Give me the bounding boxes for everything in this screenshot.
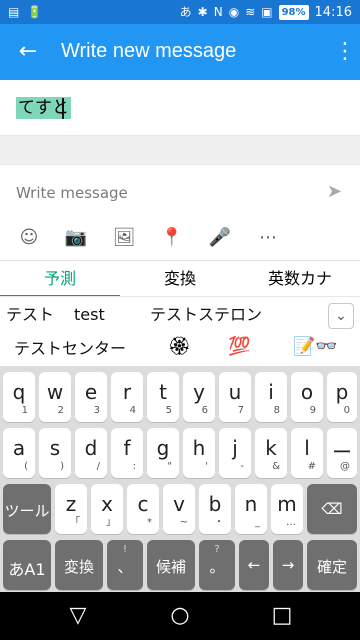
- key-candidates[interactable]: 候補: [147, 540, 195, 590]
- send-icon[interactable]: ➤: [327, 181, 342, 202]
- separator-gap: [0, 136, 360, 164]
- ime-status-icon: あ: [179, 5, 192, 19]
- key-v[interactable]: v ~: [163, 484, 195, 534]
- signal-icon: ▣: [261, 5, 273, 19]
- notification-icon: ▤: [8, 5, 20, 19]
- bluetooth-icon: ✱: [197, 5, 208, 19]
- key-comma[interactable]: 、!: [107, 540, 143, 590]
- nfc-icon: N: [213, 5, 223, 19]
- image-icon[interactable]: 🖼: [111, 225, 137, 251]
- key-confirm[interactable]: 確定: [307, 540, 357, 590]
- key-n[interactable]: n _: [235, 484, 267, 534]
- key-period[interactable]: 。?: [199, 540, 235, 590]
- key-a[interactable]: a(: [3, 428, 35, 478]
- key-w[interactable]: w2: [39, 372, 71, 422]
- key-j[interactable]: j-: [219, 428, 251, 478]
- back-arrow-icon[interactable]: ←: [14, 38, 42, 66]
- clock: 14:16: [314, 4, 352, 20]
- mic-icon[interactable]: 🎤: [207, 225, 233, 251]
- key-backspace[interactable]: ⌫: [307, 484, 357, 534]
- key-m[interactable]: m…: [271, 484, 303, 534]
- key-k[interactable]: k &: [255, 428, 287, 478]
- ime-tab-prediction[interactable]: 予測: [0, 261, 120, 297]
- key-e[interactable]: e3: [75, 372, 107, 422]
- wifi-icon: ≋: [245, 5, 256, 19]
- key-c[interactable]: c *: [127, 484, 159, 534]
- ime-tab-alnum-kana[interactable]: 英数カナ: [240, 261, 360, 297]
- key-x[interactable]: x」: [91, 484, 123, 534]
- flower-icon[interactable]: 🏵: [168, 337, 191, 357]
- key-y[interactable]: y6: [183, 372, 215, 422]
- nav-back-icon[interactable]: ▽: [58, 600, 98, 632]
- key-input-mode[interactable]: あA1: [3, 540, 51, 590]
- system-nav-bar: ▽ ○ □: [0, 592, 360, 640]
- app-bar: ← Write new message ⋮: [0, 24, 360, 80]
- left-arrow-icon: ←: [247, 556, 261, 574]
- key-h[interactable]: h ': [183, 428, 215, 478]
- memo-and-glasses-icon[interactable]: 📝👓: [293, 337, 338, 357]
- camera-icon[interactable]: 📷: [63, 225, 89, 251]
- vibrate-icon: ◉: [228, 5, 240, 19]
- key-d[interactable]: d /: [75, 428, 107, 478]
- expand-candidates-button[interactable]: ⌄: [328, 303, 354, 329]
- candidate-list: テスト test テストステロン ⌄ テストセンター 🏵 💯 📝👓: [0, 296, 360, 366]
- message-input[interactable]: Write message: [16, 184, 128, 202]
- key-left-arrow[interactable]: ←: [239, 540, 269, 590]
- nav-home-icon[interactable]: ○: [160, 600, 200, 632]
- key-right-arrow[interactable]: →: [273, 540, 303, 590]
- more-options-icon[interactable]: ⋯: [255, 225, 281, 251]
- page-title: Write new message: [61, 40, 237, 62]
- key-b[interactable]: b ・: [199, 484, 231, 534]
- key-q[interactable]: q1: [3, 372, 35, 422]
- sticker-icon[interactable]: ☺: [16, 225, 42, 251]
- key-s[interactable]: s): [39, 428, 71, 478]
- keyboard: q1 w2 e3 r4 t5 y6 u7 i8 o9 p0 a( s) d / f…: [0, 366, 360, 592]
- key-f[interactable]: f:: [111, 428, 143, 478]
- key-o[interactable]: o9: [291, 372, 323, 422]
- candidate-word[interactable]: test: [74, 305, 105, 325]
- text-caret: [62, 98, 64, 119]
- recipient-input-area[interactable]: てすと: [0, 80, 360, 136]
- nav-recents-icon[interactable]: □: [262, 600, 302, 632]
- candidate-word[interactable]: テストステロン: [150, 305, 262, 325]
- key-z[interactable]: z 「: [55, 484, 87, 534]
- chevron-down-icon: ⌄: [335, 308, 347, 324]
- ime-mode-bar: 予測 変換 英数カナ: [0, 260, 360, 297]
- key-t[interactable]: t5: [147, 372, 179, 422]
- candidate-word[interactable]: テストセンター: [14, 339, 126, 359]
- status-bar: ▤ 🔋 あ ✱ N ◉ ≋ ▣ 98% 14:16: [0, 0, 360, 24]
- status-right: あ ✱ N ◉ ≋ ▣ 98% 14:16: [180, 4, 352, 20]
- right-arrow-icon: →: [281, 556, 295, 574]
- compose-toolbar: ☺ 📷 🖼 📍 🎤 ⋯: [0, 225, 360, 255]
- compose-area: Write message ➤ ☺ 📷 🖼 📍 🎤 ⋯: [0, 164, 360, 260]
- key-long-vowel[interactable]: ー @: [327, 428, 357, 478]
- battery-indicator: 98%: [278, 4, 309, 20]
- key-r[interactable]: r4: [111, 372, 143, 422]
- key-i[interactable]: i8: [255, 372, 287, 422]
- key-g[interactable]: g ": [147, 428, 179, 478]
- key-p[interactable]: p0: [327, 372, 357, 422]
- location-icon[interactable]: 📍: [159, 225, 185, 251]
- backspace-icon: ⌫: [321, 500, 343, 518]
- overflow-menu-icon[interactable]: ⋮: [334, 38, 356, 66]
- hundred-points-icon[interactable]: 💯: [228, 337, 250, 357]
- status-left: ▤ 🔋: [8, 4, 42, 20]
- key-convert[interactable]: 変換: [55, 540, 103, 590]
- key-u[interactable]: u7: [219, 372, 251, 422]
- battery-saver-icon: 🔋: [27, 5, 43, 19]
- key-l[interactable]: l #: [291, 428, 323, 478]
- candidate-word[interactable]: テスト: [6, 305, 54, 325]
- ime-tab-conversion[interactable]: 変換: [120, 261, 240, 297]
- key-tools[interactable]: ツール: [3, 484, 51, 534]
